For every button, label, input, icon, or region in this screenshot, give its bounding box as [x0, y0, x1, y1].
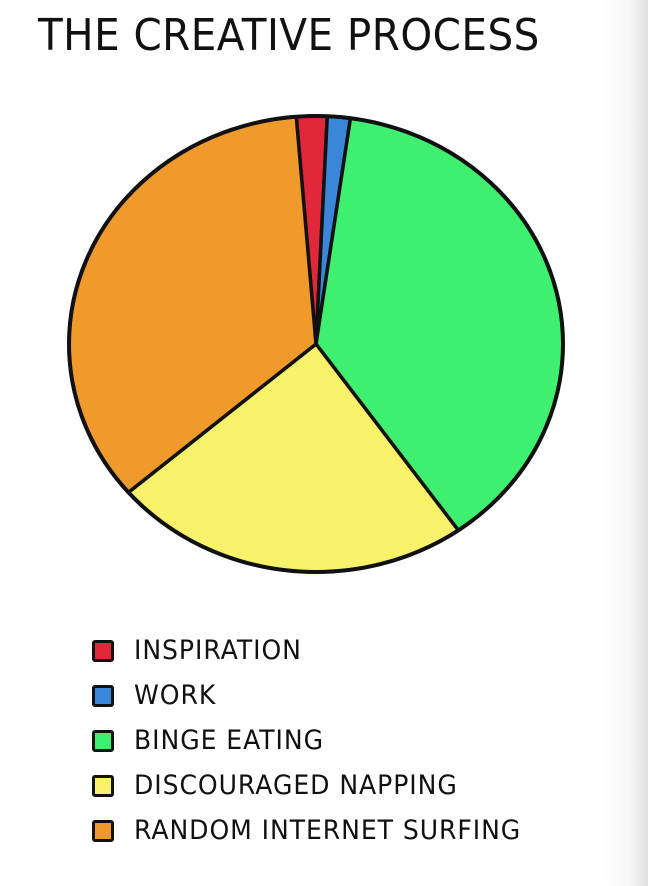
legend-swatch-discouraged-napping: [92, 774, 114, 797]
chart-legend: INSPIRATION WORK BINGE EATING DISCOURAGE…: [92, 628, 550, 853]
legend-swatch-random-internet-surfing: [92, 819, 114, 842]
legend-swatch-inspiration: [92, 639, 114, 662]
legend-item-work: WORK: [92, 673, 550, 718]
legend-swatch-work: [92, 684, 114, 707]
legend-label-work: WORK: [134, 680, 217, 711]
legend-label-binge-eating: BINGE EATING: [134, 725, 324, 756]
legend-label-inspiration: INSPIRATION: [134, 635, 302, 666]
legend-item-inspiration: INSPIRATION: [92, 628, 550, 673]
legend-item-random-internet-surfing: RANDOM INTERNET SURFING: [92, 808, 550, 853]
legend-item-binge-eating: BINGE EATING: [92, 718, 550, 763]
legend-item-discouraged-napping: DISCOURAGED NAPPING: [92, 763, 550, 808]
legend-swatch-binge-eating: [92, 729, 114, 752]
legend-label-random-internet-surfing: RANDOM INTERNET SURFING: [134, 815, 522, 846]
legend-label-discouraged-napping: DISCOURAGED NAPPING: [134, 770, 458, 801]
